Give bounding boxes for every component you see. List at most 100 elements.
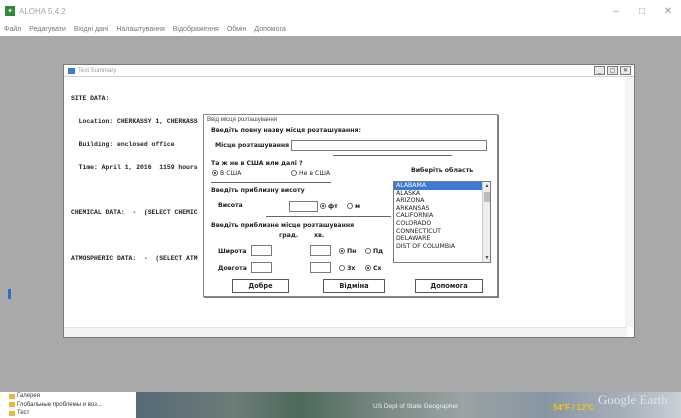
ok-button[interactable]: Добре (232, 279, 289, 293)
minimize-button[interactable]: – (603, 0, 629, 22)
coords-prompt: Введіть приблизне місце розташування (211, 222, 355, 229)
workspace-edge-marker (8, 289, 11, 299)
folder-icon (9, 402, 15, 408)
longitude-minutes-input[interactable] (310, 262, 331, 273)
latitude-degrees-input[interactable] (251, 245, 272, 256)
radio-west[interactable]: Зх (339, 265, 355, 272)
close-button[interactable]: ✕ (655, 0, 681, 22)
radio-unit-ft-label: фт (328, 203, 338, 210)
tree-item[interactable]: Глобальные проблемы и воз... (9, 401, 102, 410)
latitude-minutes-input[interactable] (310, 245, 331, 256)
radio-dot-icon (339, 248, 345, 254)
text-summary-title: Text Summary (78, 67, 117, 74)
summary-line: Building: enclosed office (71, 140, 175, 148)
title-bar: ✦ ALOHA 5.4.2 – □ ✕ (0, 0, 681, 22)
radio-north-label: Пн (347, 248, 357, 255)
list-item[interactable]: CALIFORNIA (394, 212, 482, 220)
location-input-dialog: Ввід місця розташування Введіть повну на… (203, 114, 498, 297)
tree-item-label: Глобальные проблемы и воз... (17, 401, 102, 408)
text-summary-close-button[interactable]: ✕ (620, 66, 631, 75)
menu-edit[interactable]: Редагувати (29, 26, 66, 33)
radio-in-us[interactable]: В США (212, 170, 241, 177)
list-item[interactable]: ALABAMA (394, 182, 482, 190)
horizontal-scrollbar[interactable] (64, 327, 627, 337)
scroll-down-icon[interactable]: ▼ (483, 254, 490, 262)
divider (266, 216, 391, 217)
location-name-input[interactable] (291, 140, 487, 151)
tree-item[interactable]: Галерея (9, 392, 102, 401)
vertical-scrollbar[interactable] (625, 77, 634, 327)
background-desktop-strip: Галерея Глобальные проблемы и воз... Тес… (0, 392, 681, 418)
help-button[interactable]: Допомога (415, 279, 483, 293)
region-listbox[interactable]: ALABAMA ALASKA ARIZONA ARKANSAS CALIFORN… (393, 181, 491, 263)
aloha-app: ✦ ALOHA 5.4.2 – □ ✕ Файл Редагувати Вхід… (0, 0, 681, 418)
latitude-label: Широта (218, 248, 247, 255)
tree-item-label: Тест (17, 410, 30, 417)
text-summary-maximize-button[interactable]: ▢ (607, 66, 618, 75)
text-summary-minimize-button[interactable]: _ (594, 66, 605, 75)
maximize-button[interactable]: □ (629, 0, 655, 22)
radio-east[interactable]: Сх (365, 265, 382, 272)
radio-south[interactable]: Пд (365, 248, 383, 255)
radio-dot-icon (212, 170, 218, 176)
minutes-header: хв. (314, 232, 325, 239)
radio-dot-icon (365, 265, 371, 271)
menu-exchange[interactable]: Обмін (227, 26, 247, 33)
radio-dot-icon (291, 170, 297, 176)
summary-line: Location: CHERKASSY 1, CHERKASS (71, 117, 198, 125)
list-item[interactable]: ARIZONA (394, 197, 482, 205)
list-item[interactable]: ALASKA (394, 190, 482, 198)
degrees-header: град. (279, 232, 299, 239)
elevation-prompt: Введіть приблизну висоту (211, 187, 305, 194)
radio-unit-m-label: м (355, 203, 361, 210)
dialog-title: Ввід місця розташування (207, 117, 278, 123)
radio-unit-ft[interactable]: фт (320, 203, 338, 210)
menu-settings[interactable]: Налаштування (116, 26, 164, 33)
list-item[interactable]: COLORADO (394, 220, 482, 228)
document-icon (68, 67, 75, 74)
radio-not-in-us[interactable]: Не в США (291, 170, 330, 177)
location-name-prompt: Введіть повну назву місця розташування: (211, 127, 361, 134)
scroll-thumb[interactable] (484, 192, 490, 202)
menu-view[interactable]: Відображення (173, 26, 219, 33)
radio-west-label: Зх (347, 265, 356, 272)
radio-not-in-us-label: Не в США (299, 170, 331, 177)
window-controls: – □ ✕ (603, 0, 681, 22)
listbox-scrollbar[interactable]: ▲ ▼ (482, 182, 490, 262)
menu-bar: Файл Редагувати Вхідні дані Налаштування… (0, 22, 681, 36)
radio-dot-icon (365, 248, 371, 254)
folder-icon (9, 393, 15, 399)
longitude-degrees-input[interactable] (251, 262, 272, 273)
menu-file[interactable]: Файл (4, 26, 21, 33)
aloha-app-icon: ✦ (5, 6, 15, 16)
text-summary-content: SITE DATA: Location: CHERKASSY 1, CHERKA… (71, 80, 211, 277)
summary-line: ATMOSPHERIC DATA: - (SELECT ATM (71, 254, 198, 262)
radio-north[interactable]: Пн (339, 248, 356, 255)
text-summary-controls: _ ▢ ✕ (594, 66, 631, 75)
choose-region-label: Виберіть область (411, 167, 474, 174)
location-name-label: Місце розташування (215, 142, 290, 149)
longitude-label: Довгота (218, 265, 247, 272)
radio-dot-icon (339, 265, 345, 271)
elevation-input[interactable] (289, 201, 318, 212)
radio-dot-icon (347, 203, 353, 209)
radio-unit-m[interactable]: м (347, 203, 360, 210)
menu-input-data[interactable]: Вхідні дані (74, 26, 109, 33)
scroll-up-icon[interactable]: ▲ (483, 182, 490, 190)
google-earth-view[interactable]: US Dept of State Geographer 54°F / 12°C … (136, 392, 681, 418)
menu-help[interactable]: Допомога (254, 26, 285, 33)
app-title: ALOHA 5.4.2 (19, 6, 66, 16)
radio-south-label: Пд (373, 248, 384, 255)
elevation-label: Висота (218, 202, 243, 209)
cancel-button[interactable]: Відміна (323, 279, 385, 293)
list-item[interactable]: CONNECTICUT (394, 228, 482, 236)
list-item[interactable]: ARKANSAS (394, 205, 482, 213)
tree-item-label: Галерея (17, 393, 41, 399)
list-item[interactable]: DELAWARE (394, 235, 482, 243)
list-item[interactable]: DIST OF COLUMBIA (394, 243, 482, 251)
map-attribution: US Dept of State Geographer (373, 403, 459, 410)
radio-in-us-label: В США (220, 170, 242, 177)
summary-line: SITE DATA: (71, 95, 110, 103)
tree-item[interactable]: Тест (9, 409, 102, 418)
map-temperature: 54°F / 12°C (553, 403, 595, 412)
